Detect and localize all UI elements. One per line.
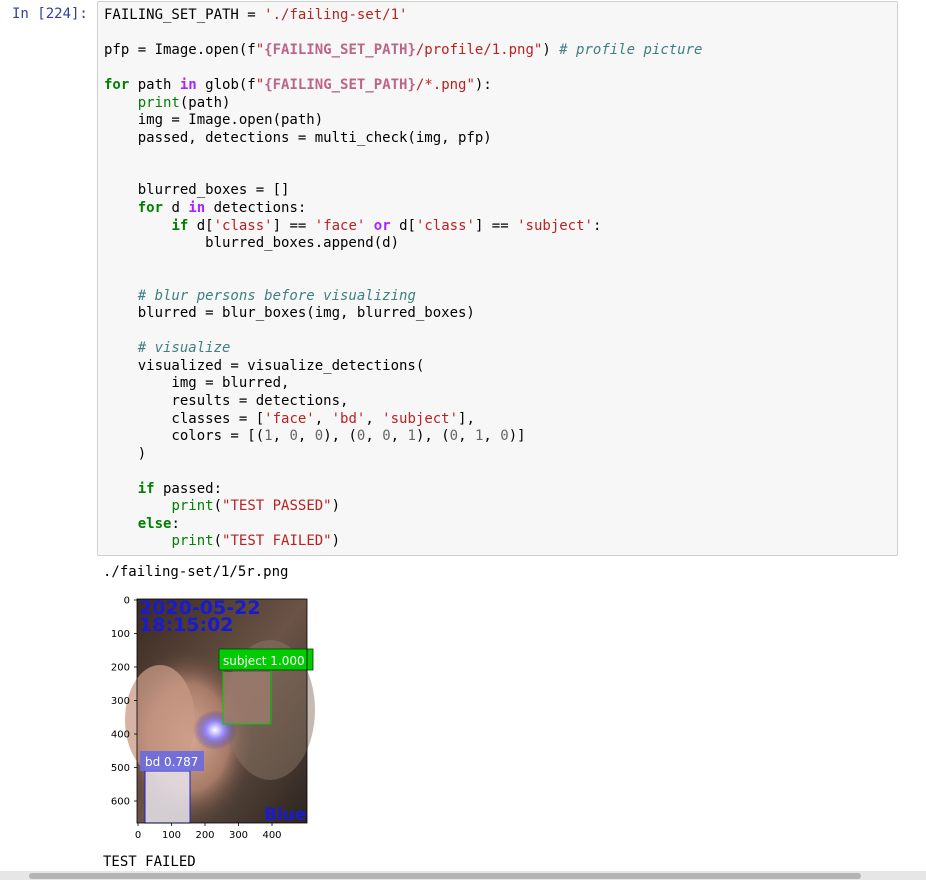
code-line: blurred_boxes = [] [104, 182, 290, 199]
code-line: # blur persons before visualizing [137, 287, 416, 304]
code-line: blurred_boxes.append(d) [104, 235, 400, 252]
code-line: print(path) [137, 94, 231, 111]
x-tick-label: 300 [229, 830, 248, 841]
code-line: if d['class'] == 'face' or d['class'] ==… [171, 217, 602, 234]
y-tick-label: 500 [111, 763, 130, 774]
code-line: print("TEST FAILED") [171, 533, 341, 550]
code-line: visualized = visualize_detections( [104, 357, 425, 374]
output-path-line: ./failing-set/1/5r.png [103, 564, 289, 580]
code-line: colors = [(1, 0, 0), (0, 0, 1), (0, 1, 0… [104, 428, 526, 445]
image-timestamp-time: 18:15:02 [139, 614, 234, 636]
code-line: pfp = Image.open(f"{FAILING_SET_PATH}/pr… [104, 42, 703, 59]
code-editor[interactable]: FAILING_SET_PATH = './failing-set/1' pfp … [98, 2, 897, 551]
y-tick-label: 200 [111, 663, 130, 674]
y-tick-label: 0 [124, 596, 130, 607]
x-tick-label: 0 [135, 830, 141, 841]
code-line: results = detections, [104, 393, 349, 410]
x-tick-label: 200 [195, 830, 214, 841]
cell-prompt: In [224]: [12, 6, 88, 22]
output-result-line: TEST FAILED [103, 854, 196, 870]
output-image-plot: 2020-05-22 18:15:02 Blue subject 1.000 b… [100, 590, 320, 849]
y-tick-label: 300 [111, 696, 130, 707]
detection-label-bd: bd 0.787 [145, 755, 198, 769]
code-line: img = blurred, [104, 375, 290, 392]
y-tick-label: 100 [111, 629, 130, 640]
x-tick-label: 400 [262, 830, 281, 841]
code-line: if passed: [137, 480, 223, 497]
code-line: ) [104, 445, 147, 462]
code-line: else: [137, 515, 180, 532]
code-line: blurred = blur_boxes(img, blurred_boxes) [104, 305, 475, 322]
code-line: img = Image.open(path) [104, 112, 324, 129]
code-line: print("TEST PASSED") [171, 498, 341, 515]
scrollbar-thumb[interactable] [29, 873, 861, 879]
horizontal-scrollbar[interactable] [0, 871, 926, 880]
y-tick-label: 400 [111, 730, 130, 741]
code-line: passed, detections = multi_check(img, pf… [104, 129, 492, 146]
code-line: # visualize [137, 340, 231, 357]
x-axis: 0 100 200 300 400 [135, 823, 282, 841]
code-line: classes = ['face', 'bd', 'subject'], [104, 410, 475, 427]
code-line: for path in glob(f"{FAILING_SET_PATH}/*.… [104, 77, 492, 94]
y-tick-label: 600 [111, 797, 130, 808]
image-watermark: Blue [264, 805, 306, 825]
x-tick-label: 100 [162, 830, 181, 841]
detection-label-subject: subject 1.000 [223, 654, 305, 668]
code-line: for d in detections: [137, 200, 307, 217]
code-cell-input[interactable]: FAILING_SET_PATH = './failing-set/1' pfp … [97, 1, 898, 556]
code-line: FAILING_SET_PATH = './failing-set/1' [104, 7, 408, 23]
